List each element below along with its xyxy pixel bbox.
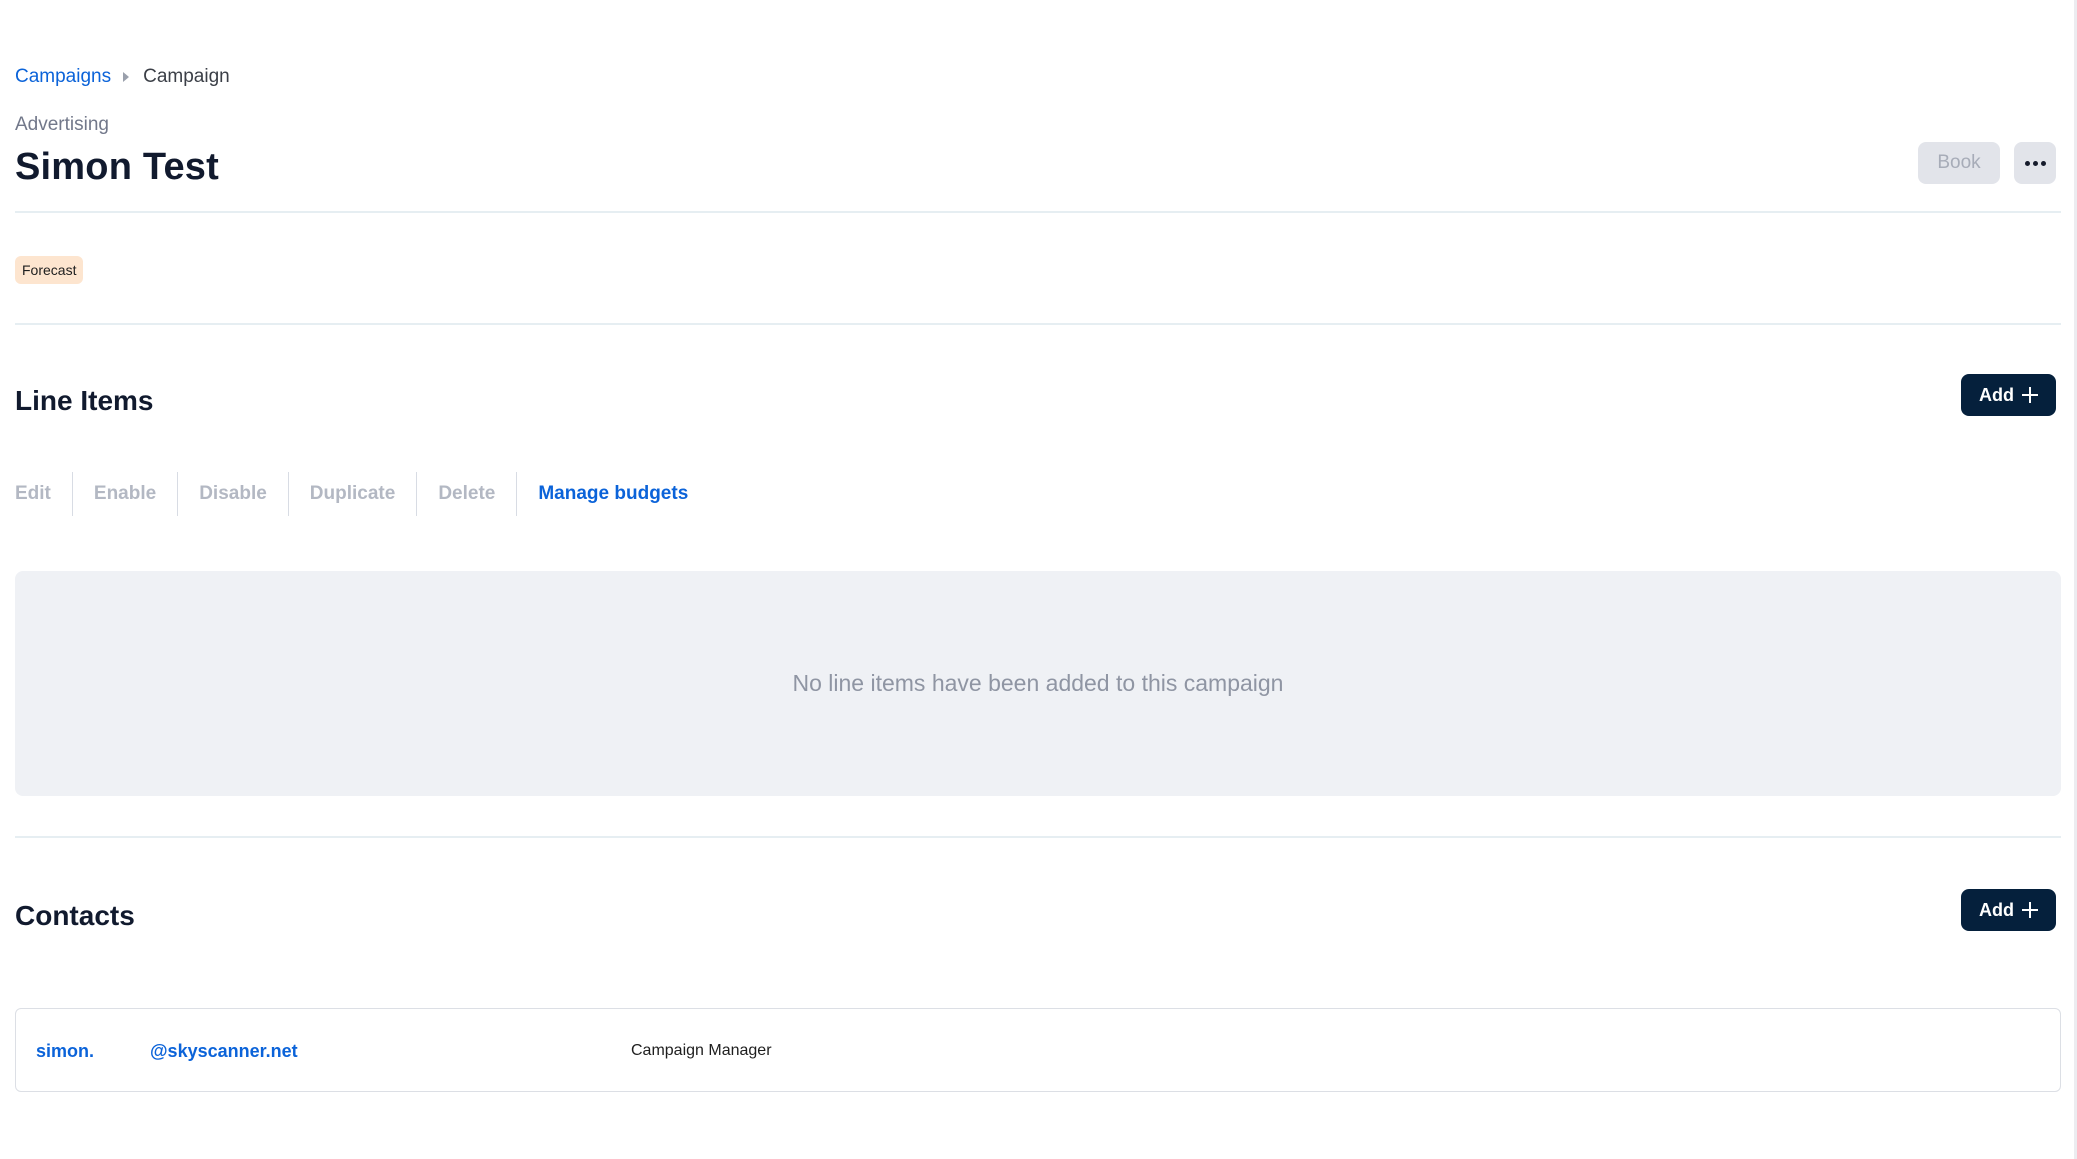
page-subtitle: Advertising	[15, 114, 109, 135]
more-options-button[interactable]	[2014, 142, 2056, 184]
header-divider	[15, 211, 2061, 213]
add-line-item-label: Add	[1979, 384, 2014, 405]
enable-button[interactable]: Enable	[71, 472, 177, 516]
page-title: Simon Test	[15, 146, 219, 188]
more-horizontal-icon-dot	[2040, 160, 2046, 166]
book-button[interactable]: Book	[1918, 142, 2000, 184]
add-contact-label: Add	[1979, 899, 2014, 920]
contacts-title: Contacts	[15, 900, 135, 931]
plus-icon	[2022, 902, 2038, 918]
delete-button[interactable]: Delete	[416, 472, 516, 516]
add-contact-button[interactable]: Add	[1961, 889, 2056, 931]
breadcrumb-current: Campaign	[143, 66, 230, 87]
campaign-page: Campaigns Campaign Advertising Simon Tes…	[15, 0, 2061, 1159]
contact-email-link[interactable]: @skyscanner.net	[150, 1041, 298, 1062]
add-line-item-button[interactable]: Add	[1961, 374, 2056, 416]
line-items-title: Line Items	[15, 385, 154, 416]
disable-button[interactable]: Disable	[177, 472, 288, 516]
plus-icon	[2022, 387, 2038, 403]
contact-name-link[interactable]: simon.	[36, 1041, 94, 1062]
status-divider	[15, 323, 2061, 325]
header-actions: Book	[1918, 142, 2056, 184]
status-badge: Forecast	[15, 256, 84, 284]
line-items-toolbar: Edit Enable Disable Duplicate Delete Man…	[15, 472, 709, 516]
empty-state-message: No line items have been added to this ca…	[792, 670, 1284, 696]
more-horizontal-icon-dot	[2032, 160, 2038, 166]
contact-role: Campaign Manager	[631, 1042, 772, 1059]
more-horizontal-icon	[2024, 160, 2030, 166]
line-items-empty-state: No line items have been added to this ca…	[15, 571, 2061, 796]
chevron-right-icon	[123, 72, 130, 82]
breadcrumb-campaigns-link[interactable]: Campaigns	[15, 66, 111, 88]
contact-row: simon. @skyscanner.net Campaign Manager	[15, 1008, 2061, 1092]
edit-button[interactable]: Edit	[15, 472, 72, 516]
manage-budgets-button[interactable]: Manage budgets	[516, 472, 709, 516]
line-items-divider	[15, 836, 2061, 838]
duplicate-button[interactable]: Duplicate	[287, 472, 417, 516]
breadcrumb: Campaigns Campaign	[15, 66, 230, 88]
